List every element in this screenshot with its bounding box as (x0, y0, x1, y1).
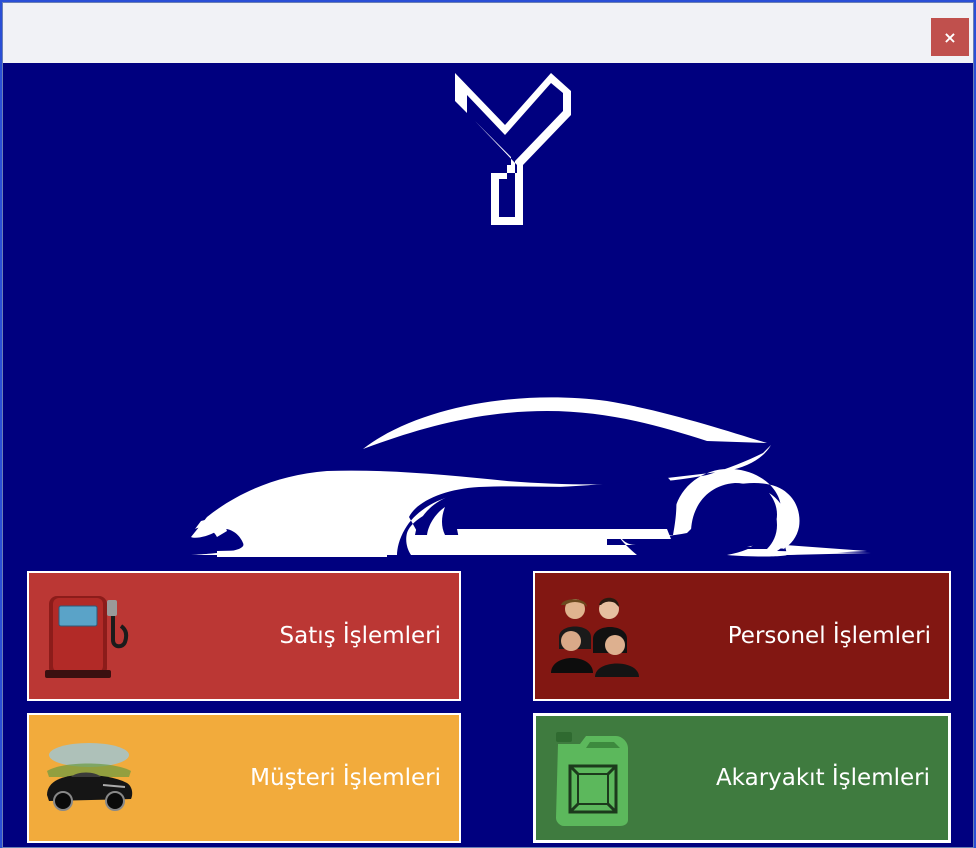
jerrycan-icon (556, 732, 628, 826)
car-convertible-icon (47, 743, 133, 811)
fuel-operations-button[interactable]: Akaryakıt İşlemleri (533, 713, 951, 843)
people-group-icon (551, 597, 639, 677)
close-button[interactable]: × (931, 18, 969, 56)
main-window: × Satış İşlemleri Personel İşlemleri Müş… (2, 2, 974, 848)
sports-car-silhouette-icon (191, 397, 871, 557)
fuel-operations-label: Akaryakıt İşlemleri (715, 765, 930, 791)
sales-operations-button[interactable]: Satış İşlemleri (27, 571, 461, 701)
personnel-operations-button[interactable]: Personel İşlemleri (533, 571, 951, 701)
brand-logo-icon (455, 73, 571, 225)
fuel-pump-icon (45, 596, 129, 678)
customer-operations-label: Müşteri İşlemleri (250, 765, 441, 791)
personnel-operations-label: Personel İşlemleri (727, 623, 931, 649)
main-content: Satış İşlemleri Personel İşlemleri Müşte… (3, 63, 973, 847)
title-bar[interactable]: × (3, 3, 973, 63)
sales-operations-label: Satış İşlemleri (279, 623, 442, 649)
customer-operations-button[interactable]: Müşteri İşlemleri (27, 713, 461, 843)
